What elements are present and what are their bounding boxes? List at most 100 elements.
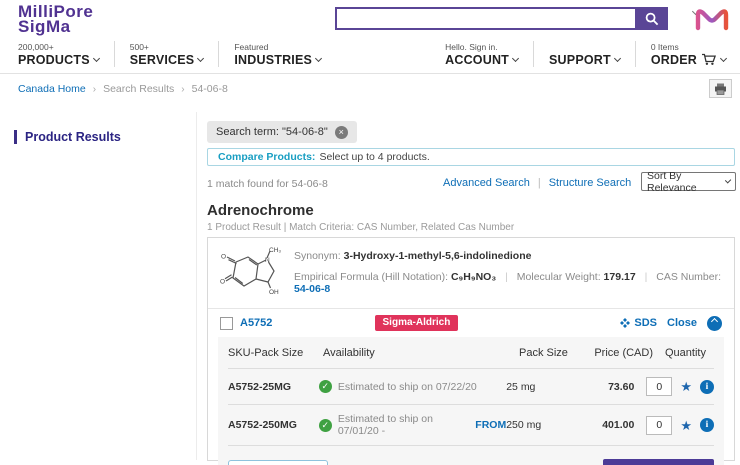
chevron-down-icon: [197, 55, 204, 62]
nav-products[interactable]: 200,000+ PRODUCTS: [18, 42, 99, 67]
product-card: O O N CH₃ OH Synonym: 3-Hydroxy-1-methyl…: [207, 237, 735, 461]
info-icon[interactable]: i: [700, 418, 714, 432]
availability-text: Estimated to ship on 07/22/20: [338, 381, 477, 393]
svg-text:O: O: [220, 279, 225, 286]
nav-products-super: 200,000+: [18, 42, 99, 52]
structure-search-link[interactable]: Structure Search: [549, 177, 632, 189]
synonym-label: Synonym:: [294, 250, 341, 262]
nav-support-label: SUPPORT: [549, 53, 611, 67]
breadcrumb-separator: ›: [93, 84, 96, 95]
mw-label: Molecular Weight:: [517, 271, 601, 283]
favorite-star-icon[interactable]: ★: [680, 419, 692, 432]
chevron-down-icon: [315, 55, 322, 62]
svg-text:N: N: [265, 257, 270, 264]
product-title: Adrenochrome: [207, 202, 314, 219]
check-circle-icon: ✓: [319, 380, 332, 393]
svg-text:O: O: [221, 254, 226, 261]
pricing-table: SKU-Pack Size Availability Pack Size Pri…: [218, 337, 724, 465]
breadcrumb: Canada Home › Search Results › 54-06-8: [18, 83, 228, 95]
header-quantity: Quantity: [665, 347, 706, 359]
rail-title-label: Product Results: [25, 130, 121, 144]
mw-value: 179.17: [604, 271, 636, 283]
search-button[interactable]: [635, 7, 668, 30]
utility-nav: Hello. Sign in. ACCOUNT SUPPORT 0 Items …: [445, 41, 726, 67]
header-price: Price (CAD): [585, 347, 653, 359]
m-logo[interactable]: [692, 4, 732, 35]
match-count-text: 1 match found for 54-06-8: [207, 178, 328, 190]
nav-divider: [533, 41, 534, 67]
price: 401.00: [569, 419, 634, 431]
nav-order-label: ORDER: [651, 53, 697, 67]
nav-account[interactable]: Hello. Sign in. ACCOUNT: [445, 42, 518, 67]
header-sku: SKU-Pack Size: [228, 347, 323, 359]
quantity-input[interactable]: [646, 416, 672, 435]
breadcrumb-home-link[interactable]: Canada Home: [18, 83, 86, 95]
nav-order[interactable]: 0 Items ORDER: [651, 42, 726, 67]
chemical-structure-image: O O N CH₃ OH: [218, 246, 282, 298]
product-subtitle: 1 Product Result | Match Criteria: CAS N…: [207, 222, 514, 233]
milliporesigma-logo[interactable]: MilliPore SigMa: [18, 4, 93, 34]
advanced-search-link[interactable]: Advanced Search: [443, 177, 530, 189]
cas-number-link[interactable]: 54-06-8: [294, 283, 330, 295]
sort-select[interactable]: Sort By Relevance: [641, 172, 736, 191]
sds-link[interactable]: SDS: [620, 317, 657, 329]
table-row: A5752-25MG ✓ Estimated to ship on 07/22/…: [228, 369, 714, 405]
nav-products-label: PRODUCTS: [18, 53, 90, 67]
close-link[interactable]: Close: [667, 317, 697, 329]
cas-label: CAS Number:: [656, 271, 721, 283]
nav-divider: [114, 41, 115, 67]
close-icon[interactable]: ×: [335, 126, 348, 139]
pack-size: 25 mg: [506, 381, 569, 393]
nav-services[interactable]: 500+ SERVICES: [130, 42, 204, 67]
chevron-down-icon: [93, 55, 100, 62]
compare-products-link[interactable]: Compare Products:: [218, 151, 315, 163]
check-circle-icon: ✓: [319, 419, 332, 432]
attr-pipe: |: [505, 271, 508, 283]
chevron-down-icon: [720, 55, 727, 62]
nav-services-super: 500+: [130, 42, 204, 52]
table-row: A5752-250MG ✓ Estimated to ship on 07/01…: [228, 405, 714, 446]
from-link[interactable]: FROM: [475, 419, 506, 431]
cart-items-count: 0 Items: [651, 42, 726, 52]
product-checkbox[interactable]: [220, 317, 233, 330]
breadcrumb-current: 54-06-8: [192, 83, 228, 95]
nav-support[interactable]: SUPPORT: [549, 42, 620, 67]
header-availability: Availability: [323, 347, 519, 359]
nav-services-label: SERVICES: [130, 53, 195, 67]
synonym-value: 3-Hydroxy-1-methyl-5,6-indolinedione: [344, 250, 532, 262]
chevron-down-icon: [614, 55, 621, 62]
price: 73.60: [569, 381, 634, 393]
m-logo-icon: [692, 4, 732, 32]
favorite-star-icon[interactable]: ★: [680, 380, 692, 393]
breadcrumb-separator: ›: [181, 84, 184, 95]
add-to-cart-button[interactable]: ADD TO CART: [603, 459, 714, 465]
svg-text:CH₃: CH₃: [269, 247, 281, 254]
sku-header-row: A5752 Sigma-Aldrich SDS Close: [208, 308, 734, 337]
pack-size: 250 mg: [506, 419, 569, 431]
nav-divider: [635, 41, 636, 67]
links-pipe: |: [538, 177, 541, 189]
search-icon: [645, 12, 659, 26]
search-input[interactable]: [335, 7, 635, 30]
header-divider: [0, 73, 740, 74]
nav-industries[interactable]: Featured INDUSTRIES: [234, 42, 321, 67]
nav-industries-super: Featured: [234, 42, 321, 52]
product-info-row: O O N CH₃ OH Synonym: 3-Hydroxy-1-methyl…: [208, 238, 734, 308]
formula-label: Empirical Formula (Hill Notation):: [294, 271, 448, 283]
attr-pipe: |: [645, 271, 648, 283]
sds-icon: [620, 318, 630, 328]
nav-divider: [218, 41, 219, 67]
sku-link[interactable]: A5752: [240, 317, 272, 329]
quantity-input[interactable]: [646, 377, 672, 396]
header-pack-size: Pack Size: [519, 347, 585, 359]
bulk-orders-button[interactable]: Bulk orders?: [228, 460, 328, 465]
collapse-icon[interactable]: [707, 316, 722, 331]
availability-text: Estimated to ship on 07/01/20 -: [338, 413, 465, 437]
breadcrumb-search-results: Search Results: [103, 83, 174, 95]
info-icon[interactable]: i: [700, 380, 714, 394]
compare-products-text: Select up to 4 products.: [319, 151, 429, 163]
search-term-text: Search term: "54-06-8": [216, 126, 328, 138]
print-button[interactable]: [709, 79, 732, 98]
formula-value: C₉H₉NO₃: [451, 271, 496, 283]
row-sku: A5752-25MG: [228, 381, 319, 393]
